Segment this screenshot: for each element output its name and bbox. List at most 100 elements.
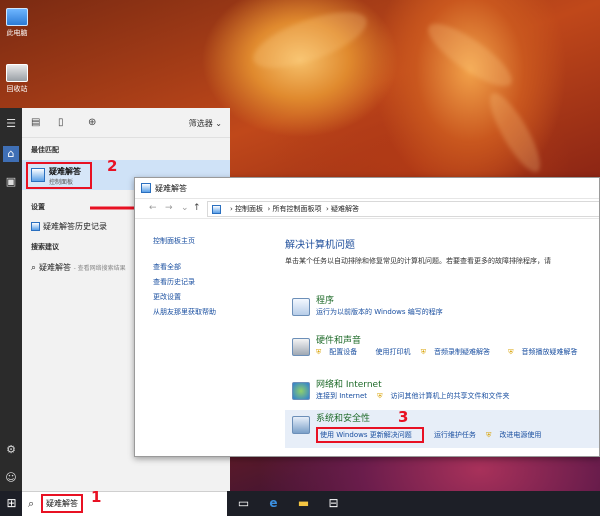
programs-icon [292,298,310,316]
search-input[interactable]: 疑难解答 [41,494,83,513]
search-icon: ⌕ [28,497,35,510]
category-link[interactable]: ⛨ 音频播放疑难解答 [508,348,585,356]
forward-arrow-icon[interactable]: → [165,203,173,213]
desktop-icon-this-pc[interactable]: 此电脑 [2,8,32,38]
get-help-from-friend-link[interactable]: 从朋友那里获取帮助 [153,307,263,317]
view-all-link[interactable]: 查看全部 [153,262,263,272]
windows-update-link[interactable]: 使用 Windows 更新解决问题 [316,427,424,443]
computer-icon [6,8,28,26]
category-title[interactable]: 程序 [316,293,334,306]
desktop-icon-label: 此电脑 [6,29,28,37]
address-bar[interactable]: › 控制面板 › 所有控制面板项 › 疑难解答 [207,201,599,217]
search-panel-toolbar: ▤ ▯ ⊕ 筛选器 ⌄ [22,108,230,138]
shield-icon: ⛨ [508,348,514,356]
windows-start-icon[interactable]: ⊞ [4,496,19,511]
filter-label: 筛选器 [188,119,213,128]
troubleshooting-window: 疑难解答 ← → ⌄ ↑ › 控制面板 › 所有控制面板项 › 疑难解答 控制面… [134,177,600,457]
step-label-3: 3 [398,408,409,426]
shield-icon: ⛨ [420,348,426,356]
category-link[interactable]: ⛨ 配置设备 [316,348,365,356]
recycle-bin-icon [6,64,28,82]
category-link[interactable]: ⛨ 音频录制疑难解答 [421,348,498,356]
home-icon[interactable]: ⌂ [3,146,19,162]
apps-filter-icon[interactable]: ▤ [31,117,40,128]
search-suggestion-item[interactable]: ⌕ 疑难解答 - 查看网络搜索结果 [31,262,126,273]
best-match-title: 疑难解答 [49,167,81,176]
category-system-security: 系统和安全性 使用 Windows 更新解决问题 运行维护任务 ⛨ 改进电源使用 [285,410,599,448]
globe-icon [292,382,310,400]
up-arrow-icon[interactable]: ↑ [193,203,201,213]
category-link[interactable]: ⛨ 改进电源使用 [486,431,549,439]
settings-item-troubleshoot-history[interactable]: 疑难解答历史记录 [31,221,107,232]
file-explorer-icon[interactable]: ▬ [296,496,311,511]
control-panel-icon [212,205,221,214]
documents-filter-icon[interactable]: ▯ [58,117,64,128]
category-link[interactable]: 使用打印机 [375,348,410,356]
control-panel-home-link[interactable]: 控制面板主页 [153,236,263,246]
category-links: 连接到 Internet ⛨ 访问其他计算机上的共享文件和文件夹 [316,391,526,401]
notebook-icon[interactable]: ▣ [3,174,19,190]
printer-icon [292,338,310,356]
gear-icon[interactable]: ⚙ [3,442,19,458]
category-title[interactable]: 硬件和声音 [316,333,361,346]
category-title[interactable]: 系统和安全性 [316,411,370,424]
chevron-down-icon: ⌄ [215,119,222,128]
page-description: 单击某个任务以自动排除和修复常见的计算机问题。若要查看更多的故障排除程序，请 [285,257,551,265]
link-label: 改进电源使用 [499,431,542,439]
link-label: 音频录制疑难解答 [433,348,490,356]
suggestion-text: 疑难解答 [39,263,72,272]
best-match-highlight: 疑难解答 控制面板 [26,162,92,189]
category-title[interactable]: 网络和 Internet [316,377,382,390]
category-link[interactable]: 运行为以前版本的 Windows 编写的程序 [316,308,443,316]
best-match-subtitle: 控制面板 [49,179,74,186]
shield-icon: ⛨ [377,392,383,400]
view-history-link[interactable]: 查看历史记录 [153,277,263,287]
category-link[interactable]: 运行维护任务 [434,431,476,439]
settings-heading: 设置 [31,203,45,211]
address-toolbar: ← → ⌄ ↑ › 控制面板 › 所有控制面板项 › 疑难解答 [135,199,599,219]
back-arrow-icon[interactable]: ← [149,203,157,213]
troubleshoot-icon [31,168,45,182]
window-title: 疑难解答 [155,184,187,193]
category-link[interactable]: ⛨ 访问其他计算机上的共享文件和文件夹 [377,392,517,400]
system-security-icon [292,416,310,434]
chevron-down-icon[interactable]: ⌄ [181,203,189,213]
search-icon: ⌕ [31,263,37,273]
edge-icon[interactable]: e [266,496,281,511]
settings-item-label: 疑难解答历史记录 [43,222,107,231]
link-label: 使用 Windows 更新解决问题 [320,431,412,439]
wallpaper-highlight [246,0,374,80]
hamburger-menu-icon[interactable]: ☰ [3,116,19,132]
category-links: 运行为以前版本的 Windows 编写的程序 [316,307,451,317]
category-programs: 程序 运行为以前版本的 Windows 编写的程序 [285,292,599,332]
feedback-icon[interactable]: ☺ [3,470,19,486]
left-nav-pane: 控制面板主页 查看全部 查看历史记录 更改设置 从朋友那里获取帮助 [153,236,263,322]
troubleshoot-icon [141,183,151,193]
desktop-icon-recycle-bin[interactable]: 回收站 [2,64,32,94]
taskbar: ⊞ ⌕ 疑难解答 ▭ e ▬ ⊟ [0,491,600,516]
store-icon[interactable]: ⊟ [326,496,341,511]
category-links: 使用 Windows 更新解决问题 运行维护任务 ⛨ 改进电源使用 [316,427,557,443]
page-title: 解决计算机问题 [285,240,355,251]
step-label-1: 1 [91,488,102,506]
breadcrumb-item[interactable]: 疑难解答 [331,205,359,213]
troubleshoot-icon [31,222,40,231]
web-filter-icon[interactable]: ⊕ [88,117,96,128]
shield-icon: ⛨ [486,431,492,439]
step-label-2: 2 [107,157,118,175]
filter-dropdown[interactable]: 筛选器 ⌄ [189,118,222,129]
window-titlebar: 疑难解答 [135,178,599,199]
link-label: 配置设备 [329,348,358,356]
taskbar-search-box[interactable]: ⌕ 疑难解答 [22,491,227,516]
change-settings-link[interactable]: 更改设置 [153,292,263,302]
best-match-heading: 最佳匹配 [31,146,59,154]
link-label: 音频播放疑难解答 [521,348,578,356]
category-hardware-sound: 硬件和声音 ⛨ 配置设备 使用打印机 ⛨ 音频录制疑难解答 ⛨ 音频播放疑难解答 [285,332,599,372]
breadcrumb-item[interactable]: 控制面板 [235,205,263,213]
link-label: 访问其他计算机上的共享文件和文件夹 [390,392,510,400]
task-view-icon[interactable]: ▭ [236,496,251,511]
category-link[interactable]: 连接到 Internet [316,392,367,400]
suggestion-hint: - 查看网络搜索结果 [73,265,126,272]
wallpaper-highlight [420,14,520,96]
breadcrumb-item[interactable]: 所有控制面板项 [273,205,322,213]
